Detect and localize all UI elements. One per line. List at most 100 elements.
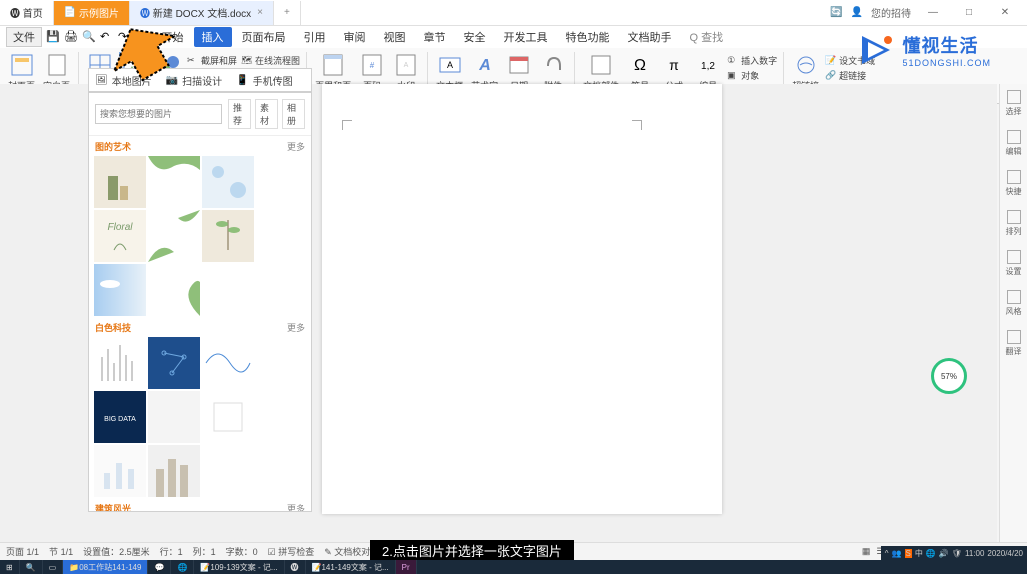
docfield-icon: 📝 bbox=[825, 55, 837, 67]
rs-edit[interactable]: 编辑 bbox=[1004, 130, 1024, 160]
watermark: 懂视生活 51DONGSHI.COM bbox=[856, 30, 991, 70]
rs-settings[interactable]: 设置 bbox=[1004, 250, 1024, 280]
ribbon-c2[interactable]: ▣对象 bbox=[727, 69, 777, 82]
close-icon[interactable]: × bbox=[257, 7, 263, 18]
crop-mark bbox=[632, 120, 642, 130]
tray-shield-icon[interactable]: 🛡 bbox=[952, 549, 962, 558]
ribbon-screenshot-label: 截屏和屏 bbox=[201, 54, 237, 67]
tray-people-icon[interactable]: 👥 bbox=[892, 549, 902, 558]
image-thumb[interactable] bbox=[148, 156, 200, 208]
file-menu[interactable]: 文件 bbox=[6, 27, 42, 47]
search-button[interactable]: 🔍 bbox=[20, 560, 43, 574]
preview-icon[interactable]: 🔍 bbox=[82, 30, 96, 44]
rs-arrange[interactable]: 排列 bbox=[1004, 210, 1024, 240]
menu-section[interactable]: 章节 bbox=[416, 27, 454, 47]
image-thumb[interactable]: BIG DATA bbox=[94, 391, 146, 443]
search-input[interactable] bbox=[95, 104, 222, 124]
taskbar-browser[interactable]: 🌐 bbox=[171, 560, 194, 574]
svg-text:Ω: Ω bbox=[634, 57, 646, 74]
status-spell[interactable]: ☑ 拼写检查 bbox=[268, 545, 315, 558]
tab-doc2[interactable]: 🅦 新建 DOCX 文档.docx× bbox=[130, 1, 274, 25]
image-thumb[interactable] bbox=[202, 210, 254, 262]
ribbon-screenshot[interactable]: ✂截屏和屏 bbox=[187, 54, 237, 67]
section-arch-title: 建筑风光 bbox=[95, 502, 131, 512]
rs-translate[interactable]: 翻译 bbox=[1004, 330, 1024, 360]
menu-dev[interactable]: 开发工具 bbox=[496, 27, 556, 47]
watermark-logo-icon bbox=[856, 30, 896, 70]
headerfooter-icon bbox=[320, 52, 346, 78]
taskbar-wechat[interactable]: 💬 bbox=[148, 560, 171, 574]
taskbar-folder[interactable]: 📁 08工作站141-149 bbox=[63, 560, 148, 574]
minimize-button[interactable]: — bbox=[919, 3, 947, 23]
image-thumb[interactable] bbox=[94, 264, 146, 316]
insertnum-icon: ① bbox=[727, 55, 739, 67]
update-icon[interactable]: 🔄 bbox=[830, 7, 842, 18]
status-docfix[interactable]: ✎ 文档校对 bbox=[324, 545, 370, 558]
menu-pagelayout[interactable]: 页面布局 bbox=[234, 27, 294, 47]
menu-search[interactable]: Q 查找 bbox=[682, 27, 732, 47]
document-page[interactable] bbox=[322, 84, 722, 514]
image-thumb[interactable] bbox=[202, 156, 254, 208]
tray-up-icon[interactable]: ^ bbox=[885, 549, 889, 558]
menu-feature[interactable]: 特色功能 bbox=[558, 27, 618, 47]
menu-view[interactable]: 视图 bbox=[376, 27, 414, 47]
image-thumb[interactable] bbox=[148, 337, 200, 389]
menu-insert[interactable]: 插入 bbox=[194, 27, 232, 47]
phone-button[interactable]: 📱手机传图 bbox=[236, 73, 292, 88]
image-thumb[interactable] bbox=[202, 337, 254, 389]
menu-ref[interactable]: 引用 bbox=[296, 27, 334, 47]
tray-ime-icon[interactable]: 中 bbox=[915, 548, 923, 559]
image-thumb[interactable] bbox=[94, 156, 146, 208]
menu-helper[interactable]: 文档助手 bbox=[620, 27, 680, 47]
taskview-button[interactable]: ▭ bbox=[43, 560, 64, 574]
rs-style[interactable]: 风格 bbox=[1004, 290, 1024, 320]
rs-settings-label: 设置 bbox=[1006, 266, 1022, 277]
section-art-more[interactable]: 更多 bbox=[287, 140, 305, 153]
view-layout-icon[interactable]: ▦ bbox=[862, 546, 871, 557]
section-arch-more[interactable]: 更多 bbox=[287, 502, 305, 512]
tray-net-icon[interactable]: 🌐 bbox=[926, 549, 936, 558]
image-thumb[interactable] bbox=[148, 391, 200, 443]
tab-home[interactable]: 🅦 首页 bbox=[0, 1, 54, 25]
rs-quick[interactable]: 快捷 bbox=[1004, 170, 1024, 200]
user-label: 您的招待 bbox=[871, 5, 911, 20]
taskbar-note1[interactable]: 📝 109-139文案 - 记... bbox=[194, 560, 284, 574]
tutorial-caption: 2.点击图片并选择一张文字图片 bbox=[370, 540, 574, 560]
menu-review[interactable]: 审阅 bbox=[336, 27, 374, 47]
start-button[interactable]: ⊞ bbox=[0, 560, 20, 574]
menu-security[interactable]: 安全 bbox=[456, 27, 494, 47]
progress-indicator[interactable]: 57% bbox=[931, 358, 967, 394]
panel-tab-recommend[interactable]: 推荐 bbox=[228, 99, 251, 129]
tray-vol-icon[interactable]: 🔊 bbox=[939, 549, 949, 558]
ribbon-online-flow[interactable]: 🗺在线流程图 bbox=[241, 54, 300, 67]
folder-icon: 🖼 bbox=[95, 75, 108, 86]
image-thumb[interactable] bbox=[202, 391, 254, 443]
section-tech-more[interactable]: 更多 bbox=[287, 321, 305, 334]
scan-label: 扫描设计 bbox=[182, 73, 222, 88]
ribbon-c1[interactable]: ①插入数字 bbox=[727, 54, 777, 67]
taskbar-pr[interactable]: Pr bbox=[396, 560, 417, 574]
taskbar-note2[interactable]: 📝 141-149文案 - 记... bbox=[306, 560, 396, 574]
tray-time[interactable]: 11:00 bbox=[965, 549, 984, 558]
panel-tab-material[interactable]: 素材 bbox=[255, 99, 278, 129]
user-avatar-icon[interactable]: 👤 bbox=[851, 7, 863, 18]
maximize-button[interactable]: □ bbox=[955, 3, 983, 23]
image-thumb[interactable] bbox=[148, 264, 200, 316]
taskbar-wps[interactable]: 🅦 bbox=[285, 560, 306, 574]
rs-style-label: 风格 bbox=[1006, 306, 1022, 317]
tray-sogou-icon[interactable]: S bbox=[905, 549, 912, 558]
save-icon[interactable]: 💾 bbox=[46, 30, 60, 44]
close-button[interactable]: ✕ bbox=[991, 3, 1019, 23]
rs-select[interactable]: 选择 bbox=[1004, 90, 1024, 120]
panel-tab-album[interactable]: 相册 bbox=[282, 99, 305, 129]
image-thumb[interactable]: Floral bbox=[94, 210, 146, 262]
new-tab-button[interactable]: + bbox=[274, 1, 301, 25]
tab-doc1[interactable]: 📄 示例图片 bbox=[54, 1, 130, 25]
ribbon-r2[interactable]: 🔗超链接 bbox=[825, 69, 875, 82]
print-icon[interactable]: 🖨 bbox=[64, 30, 78, 44]
hyperlink-icon bbox=[793, 52, 819, 78]
image-thumb[interactable] bbox=[94, 445, 146, 497]
image-thumb[interactable] bbox=[148, 210, 200, 262]
image-thumb[interactable] bbox=[148, 445, 200, 497]
image-thumb[interactable] bbox=[94, 337, 146, 389]
